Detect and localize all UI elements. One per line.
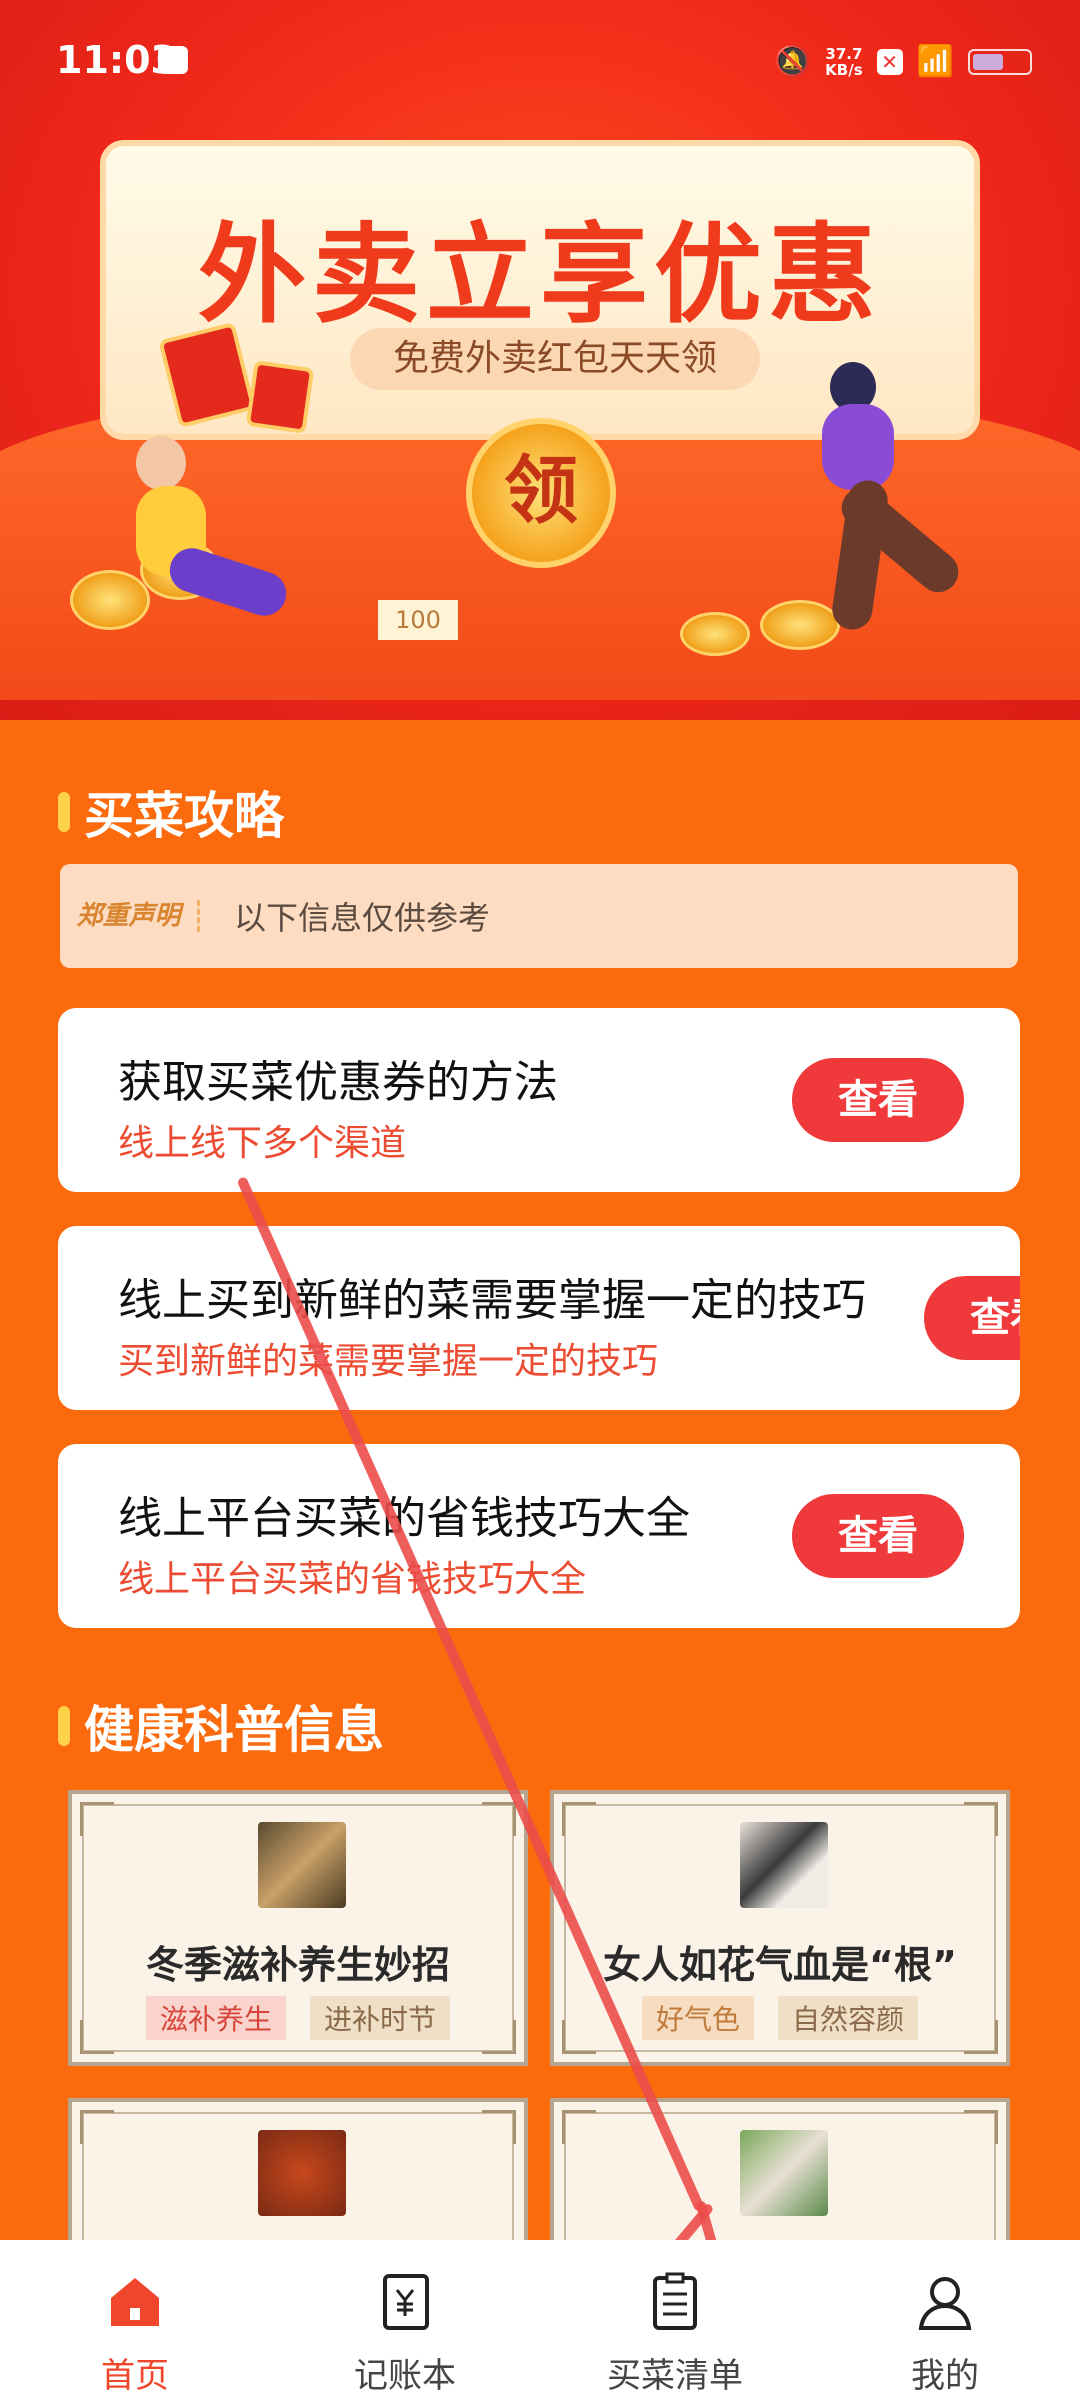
gold-coin-icon (680, 612, 750, 656)
ledger-icon (383, 2274, 429, 2330)
nav-home[interactable]: 首页 (0, 2240, 270, 2408)
red-envelope-icon (245, 360, 315, 434)
disclaimer-notice: 郑重声明 以下信息仅供参考 (60, 864, 1018, 968)
battery-icon (968, 48, 1032, 75)
nav-label: 我的 (911, 2356, 979, 2396)
gold-coin-icon (70, 570, 150, 630)
guide-card[interactable]: 线上平台买菜的省钱技巧大全 线上平台买菜的省钱技巧大全 查看 (58, 1444, 1020, 1628)
nav-ledger[interactable]: 记账本 (270, 2240, 540, 2408)
wifi-icon: 📶 (916, 44, 954, 79)
health-thumbnail (258, 1822, 346, 1908)
home-icon (111, 2278, 159, 2326)
status-bar: 11:03 🔕 37.7 KB/s ✕ 📶 (0, 0, 1080, 120)
bottom-navigation: 首页 记账本 买菜清单 我的 (0, 2240, 1080, 2408)
user-icon (918, 2277, 972, 2330)
nav-label: 首页 (101, 2356, 169, 2396)
nav-label: 记账本 (354, 2356, 456, 2396)
nav-label: 买菜清单 (607, 2356, 743, 2396)
claim-coin-button[interactable]: 领 (466, 418, 616, 568)
view-button[interactable]: 查看 (792, 1058, 964, 1142)
health-card-title: 女人如花气血是“根” (603, 1943, 957, 1987)
disclaimer-badge: 郑重声明 (60, 900, 200, 932)
view-button[interactable]: 查看 (792, 1494, 964, 1578)
health-thumbnail (740, 1822, 828, 1908)
health-tag: 进补时节 (310, 1996, 451, 2040)
health-card[interactable]: 冬季滋补养生妙招 滋补养生 进补时节 (68, 1790, 528, 2066)
health-tag: 自然容颜 (778, 1996, 919, 2040)
nav-profile[interactable]: 我的 (810, 2240, 1080, 2408)
banner-title: 外卖立享优惠 (197, 213, 882, 338)
guide-card-title: 线上买到新鲜的菜需要掌握一定的技巧 (118, 1275, 866, 1326)
message-icon (158, 46, 188, 74)
banner-ticket: 100 (378, 600, 458, 640)
section-title-shopping-guide: 买菜攻略 (58, 776, 284, 848)
nav-shopping-list[interactable]: 买菜清单 (540, 2240, 810, 2408)
network-speed: 37.7 KB/s (825, 44, 863, 79)
guide-card-subtitle: 线上线下多个渠道 (118, 1123, 407, 1164)
view-button[interactable]: 查看 (924, 1276, 1020, 1360)
health-tag: 滋补养生 (145, 1996, 286, 2040)
sim-off-icon: ✕ (876, 48, 903, 75)
guide-card-subtitle: 买到新鲜的菜需要掌握一定的技巧 (118, 1341, 659, 1382)
section-marker (58, 1706, 70, 1746)
disclaimer-text: 以下信息仅供参考 (234, 899, 491, 937)
gold-coin-icon (760, 600, 840, 650)
section-marker (58, 792, 70, 832)
health-card-title: 冬季滋补养生妙招 (145, 1943, 450, 1987)
list-icon (653, 2272, 697, 2330)
health-thumbnail (258, 2130, 346, 2216)
guide-card-subtitle: 线上平台买菜的省钱技巧大全 (118, 1559, 587, 1600)
health-thumbnail (740, 2130, 828, 2216)
mute-icon: 🔕 (773, 44, 812, 79)
guide-card-title: 获取买菜优惠券的方法 (118, 1057, 558, 1108)
banner-subtitle: 免费外卖红包天天领 (350, 328, 760, 390)
section-title-health: 健康科普信息 (58, 1690, 384, 1762)
guide-card[interactable]: 线上买到新鲜的菜需要掌握一定的技巧 买到新鲜的菜需要掌握一定的技巧 查看 (58, 1226, 1020, 1410)
health-tag: 好气色 (641, 1996, 754, 2040)
guide-card[interactable]: 获取买菜优惠券的方法 线上线下多个渠道 查看 (58, 1008, 1020, 1192)
